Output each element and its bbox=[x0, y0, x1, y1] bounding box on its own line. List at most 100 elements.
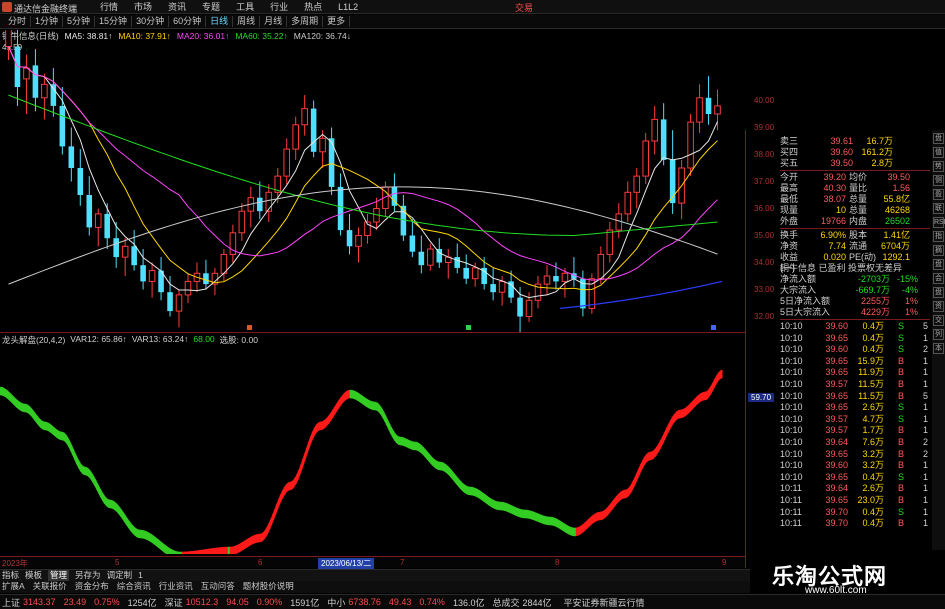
tick-side: S bbox=[897, 321, 904, 331]
stat-value: 38.07 bbox=[823, 194, 846, 204]
trade-link[interactable]: 交易 bbox=[515, 1, 533, 14]
period-tab[interactable]: 更多 bbox=[323, 16, 351, 27]
info-tab[interactable]: 行业资讯 bbox=[159, 581, 193, 593]
fund-flow-pct: -4% bbox=[901, 285, 918, 295]
app-logo-icon bbox=[2, 2, 12, 12]
period-tab[interactable]: 周线 bbox=[233, 16, 261, 27]
candle-body bbox=[131, 246, 137, 266]
menu-item[interactable]: 行业 bbox=[262, 1, 296, 13]
indicator-tab[interactable]: 另存为 bbox=[75, 570, 101, 581]
fund-flow-row: 5日大宗流入 4229万 1% bbox=[780, 307, 930, 318]
period-tab[interactable]: 1分钟 bbox=[31, 16, 64, 27]
side-tool-icon[interactable]: 盘 bbox=[933, 133, 944, 144]
candle-body bbox=[355, 235, 362, 247]
indicator-chart[interactable] bbox=[0, 344, 730, 554]
indicator-tab[interactable]: 管理 bbox=[48, 570, 70, 581]
tick-price: 39.65 bbox=[825, 332, 848, 343]
info-tab[interactable]: 题材股价说明 bbox=[243, 581, 294, 593]
side-tool-icon[interactable]: 摘 bbox=[933, 245, 944, 256]
side-tool-icon[interactable]: 盘 bbox=[933, 287, 944, 298]
tick-count: 5 bbox=[922, 390, 928, 401]
info-tab[interactable]: 关联报价 bbox=[33, 581, 67, 593]
index-name[interactable]: 上证 bbox=[2, 596, 20, 609]
tick-price: 39.60 bbox=[825, 344, 848, 355]
tick-price: 39.64 bbox=[825, 436, 848, 447]
candle-body bbox=[319, 137, 326, 153]
candle-body bbox=[346, 230, 353, 247]
side-tool-icon[interactable]: 会 bbox=[933, 273, 944, 284]
tick-list[interactable]: 10:10 39.60 0.4万 S 5 10:10 39.65 0.4万 S 1 10:10 39.… bbox=[780, 321, 930, 530]
side-tool-icon[interactable]: 盈 bbox=[933, 189, 944, 200]
broker-name: 平安证券新疆云行情 bbox=[563, 597, 645, 608]
tick-side: S bbox=[897, 344, 904, 355]
kline-chart[interactable]: ←30.89 bbox=[0, 30, 730, 332]
side-tool-icon[interactable]: 联 bbox=[933, 203, 944, 214]
period-tab[interactable]: 月线 bbox=[260, 16, 288, 27]
tick-volume: 0.4万 bbox=[862, 518, 884, 529]
tick-price: 39.65 bbox=[825, 355, 848, 366]
info-tab[interactable]: 资金分布 bbox=[75, 581, 109, 593]
side-tool-icon[interactable]: 侧 bbox=[933, 175, 944, 186]
side-tool-icon[interactable]: 盘 bbox=[933, 259, 944, 270]
indicator-tab[interactable]: 指标 bbox=[2, 570, 19, 581]
tick-side: S bbox=[897, 413, 904, 424]
order-book-price: 39.61 bbox=[830, 136, 853, 146]
index-change-pct: 0.75% bbox=[94, 597, 120, 607]
side-tool-icon[interactable]: 值 bbox=[933, 147, 944, 158]
tick-price: 39.70 bbox=[825, 518, 848, 529]
tick-row: 10:10 39.64 7.6万 B 2 bbox=[780, 437, 930, 449]
event-marker[interactable] bbox=[711, 325, 716, 330]
period-tab[interactable]: 60分钟 bbox=[169, 16, 207, 27]
stat-row: 最高 40.30 量比 1.56 bbox=[780, 183, 930, 194]
side-tool-icon[interactable]: 势 bbox=[933, 161, 944, 172]
stat-row: 今开 39.20 均价 39.50 bbox=[780, 172, 930, 183]
period-tab[interactable]: 多周期 bbox=[287, 16, 324, 27]
fund-flow-value: 4229万 bbox=[860, 307, 890, 317]
index-name[interactable]: 深证 bbox=[165, 596, 183, 609]
indicator-tab[interactable]: 调定制 bbox=[107, 570, 133, 581]
side-tool-icon[interactable]: RSI bbox=[933, 217, 945, 228]
period-tab[interactable]: 5分钟 bbox=[63, 16, 96, 27]
menu-item[interactable]: L1L2 bbox=[330, 1, 366, 13]
info-tab[interactable]: 扩展A bbox=[2, 581, 25, 593]
menu-item[interactable]: 市场 bbox=[126, 1, 160, 13]
date-tick: 6 bbox=[258, 558, 263, 567]
menu-item[interactable]: 资讯 bbox=[160, 1, 194, 13]
tick-side: B bbox=[897, 390, 904, 401]
side-tool-icon[interactable]: 本 bbox=[933, 343, 944, 354]
candle-body bbox=[104, 213, 110, 239]
event-marker[interactable] bbox=[466, 325, 471, 330]
indicator-tab[interactable]: 1 bbox=[138, 570, 143, 581]
event-marker[interactable] bbox=[247, 325, 252, 330]
tick-volume: 0.4万 bbox=[862, 344, 884, 355]
period-tab[interactable]: 15分钟 bbox=[95, 16, 133, 27]
period-tab[interactable]: 日线 bbox=[206, 16, 234, 27]
stat-value: 1.56 bbox=[892, 183, 910, 193]
menu-item[interactable]: 热点 bbox=[296, 1, 330, 13]
candle-body bbox=[148, 270, 156, 282]
side-tool-icon[interactable]: 交 bbox=[933, 315, 944, 326]
tick-price: 39.65 bbox=[825, 448, 848, 459]
stat-label: 量比 bbox=[849, 183, 868, 193]
menu-item[interactable]: 行情 bbox=[92, 1, 126, 13]
stat-label: PE(动) bbox=[849, 252, 877, 262]
info-tab[interactable]: 互动问答 bbox=[201, 581, 235, 593]
side-tool-icon[interactable]: 资 bbox=[933, 301, 944, 312]
tick-row: 10:11 39.70 0.4万 S 1 bbox=[780, 507, 930, 519]
indicator-tab[interactable]: 模板 bbox=[25, 570, 42, 581]
side-tool-icon[interactable]: 列 bbox=[933, 329, 944, 340]
candle-body bbox=[238, 210, 246, 234]
menu-item[interactable]: 工具 bbox=[228, 1, 262, 13]
period-tab[interactable]: 分时 bbox=[4, 16, 32, 27]
info-tab[interactable]: 综合资讯 bbox=[117, 581, 151, 593]
period-tab[interactable]: 30分钟 bbox=[132, 16, 170, 27]
stat-value: 26502 bbox=[884, 216, 910, 226]
candle-body bbox=[5, 30, 12, 47]
tick-side: B bbox=[897, 355, 904, 366]
side-tool-icon[interactable]: 指 bbox=[933, 231, 944, 242]
tick-count: 2 bbox=[922, 448, 928, 459]
index-name[interactable]: 中小 bbox=[327, 596, 345, 609]
menu-item[interactable]: 专题 bbox=[194, 1, 228, 13]
tick-count: 1 bbox=[922, 483, 928, 494]
tick-row: 10:10 39.65 2.6万 S 1 bbox=[780, 402, 930, 414]
